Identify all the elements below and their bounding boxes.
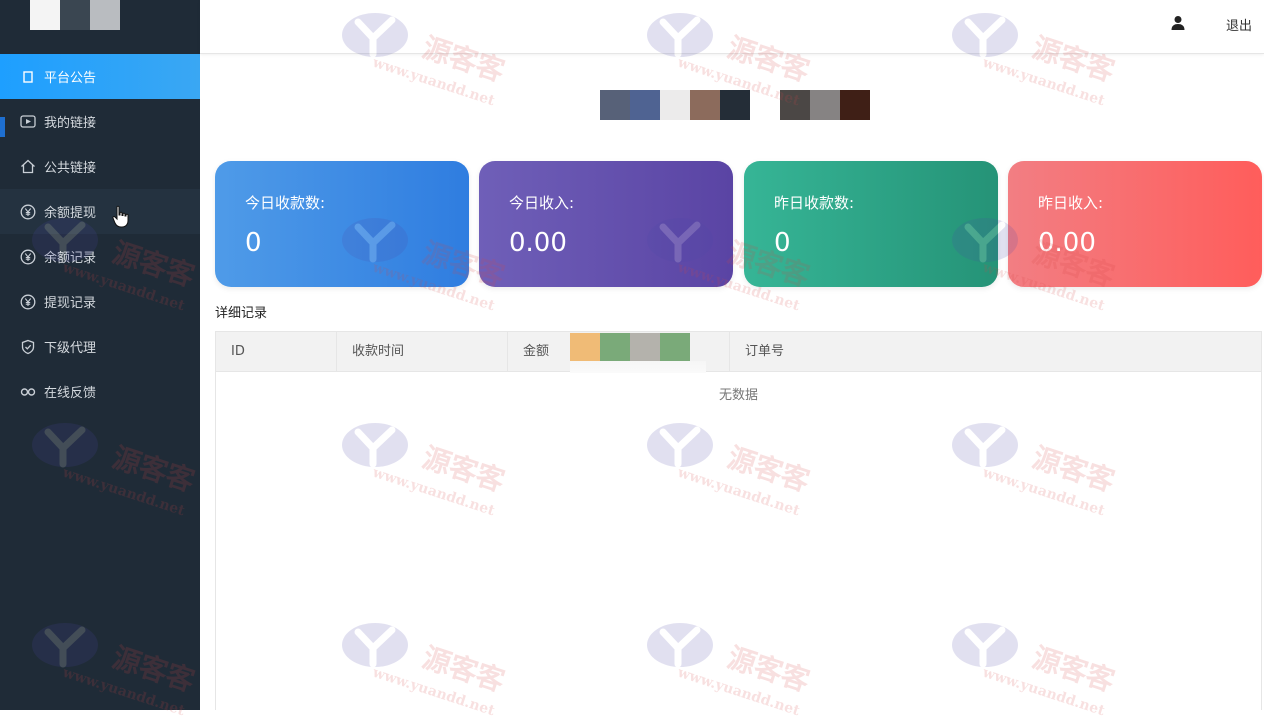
home-icon: [20, 159, 36, 175]
column-header-id[interactable]: ID: [216, 332, 337, 372]
sidebar-item-balance-records[interactable]: 余额记录: [0, 234, 200, 279]
records-table: ID 收款时间 金额 订单号 无数据: [215, 331, 1262, 710]
sidebar-item-sub-agents[interactable]: 下级代理: [0, 324, 200, 369]
sidebar-item-feedback[interactable]: 在线反馈: [0, 369, 200, 414]
sidebar-item-label: 余额记录: [44, 251, 97, 266]
column-header-amount-label: 金额: [523, 344, 550, 359]
play-box-icon: [20, 114, 36, 130]
stat-value: 0: [245, 228, 262, 258]
top-header: 退出: [200, 0, 1264, 54]
sidebar-item-label: 公共链接: [44, 161, 97, 176]
stat-label: 今日收入:: [509, 194, 575, 212]
table-header: ID 收款时间 金额 订单号: [216, 332, 1261, 373]
sidebar-item-withdraw-records[interactable]: 提现记录: [0, 279, 200, 324]
user-icon[interactable]: [1170, 15, 1186, 31]
sidebar-item-label: 下级代理: [44, 341, 97, 356]
yen-circle-icon: [20, 294, 36, 310]
sidebar-item-public-links[interactable]: 公共链接: [0, 144, 200, 189]
stat-card-today-count: 今日收款数: 0: [215, 161, 469, 287]
shield-check-icon: [20, 339, 36, 355]
empty-state: 无数据: [718, 388, 758, 403]
logo: [0, 0, 200, 54]
stat-value: 0: [774, 228, 791, 258]
column-header-amount[interactable]: 金额: [508, 332, 730, 373]
sidebar-item-announcement[interactable]: 平台公告: [0, 54, 200, 99]
column-header-order[interactable]: 订单号: [730, 332, 1261, 372]
sidebar: 平台公告 我的链接 公共链接 余额提现 余额记录 提现记录 下级代理 在线反馈: [0, 0, 200, 710]
sidebar-item-my-links[interactable]: 我的链接: [0, 99, 200, 144]
sidebar-item-label: 我的链接: [44, 116, 97, 131]
stat-card-yesterday-income: 昨日收入: 0.00: [1008, 161, 1262, 287]
yen-circle-icon: [20, 249, 36, 265]
watermark-url-text: www.yuandd.net: [370, 54, 497, 110]
logout-button[interactable]: 退出: [1226, 15, 1252, 34]
stat-label: 昨日收款数:: [774, 194, 855, 212]
sidebar-item-label: 在线反馈: [44, 386, 97, 401]
sidebar-item-label: 余额提现: [44, 206, 97, 221]
hand-cursor-icon: [112, 205, 129, 228]
stat-label: 今日收款数:: [245, 194, 326, 212]
link-icon: [20, 384, 36, 400]
stat-card-today-income: 今日收入: 0.00: [479, 161, 733, 287]
sidebar-item-label: 平台公告: [44, 71, 97, 86]
stat-value: 0.00: [1038, 228, 1096, 258]
stat-card-yesterday-count: 昨日收款数: 0: [744, 161, 998, 287]
records-title: 详细记录: [215, 306, 268, 321]
stat-value: 0.00: [509, 228, 567, 258]
sidebar-item-withdraw[interactable]: 余额提现: [0, 189, 200, 234]
stat-label: 昨日收入:: [1038, 194, 1104, 212]
watermark-url-text: www.yuandd.net: [980, 54, 1107, 110]
column-header-time[interactable]: 收款时间: [337, 332, 508, 372]
yen-circle-icon: [20, 204, 36, 220]
sidebar-nav: 平台公告 我的链接 公共链接 余额提现 余额记录 提现记录 下级代理 在线反馈: [0, 54, 200, 414]
sidebar-item-label: 提现记录: [44, 296, 97, 311]
square-icon: [20, 69, 36, 85]
